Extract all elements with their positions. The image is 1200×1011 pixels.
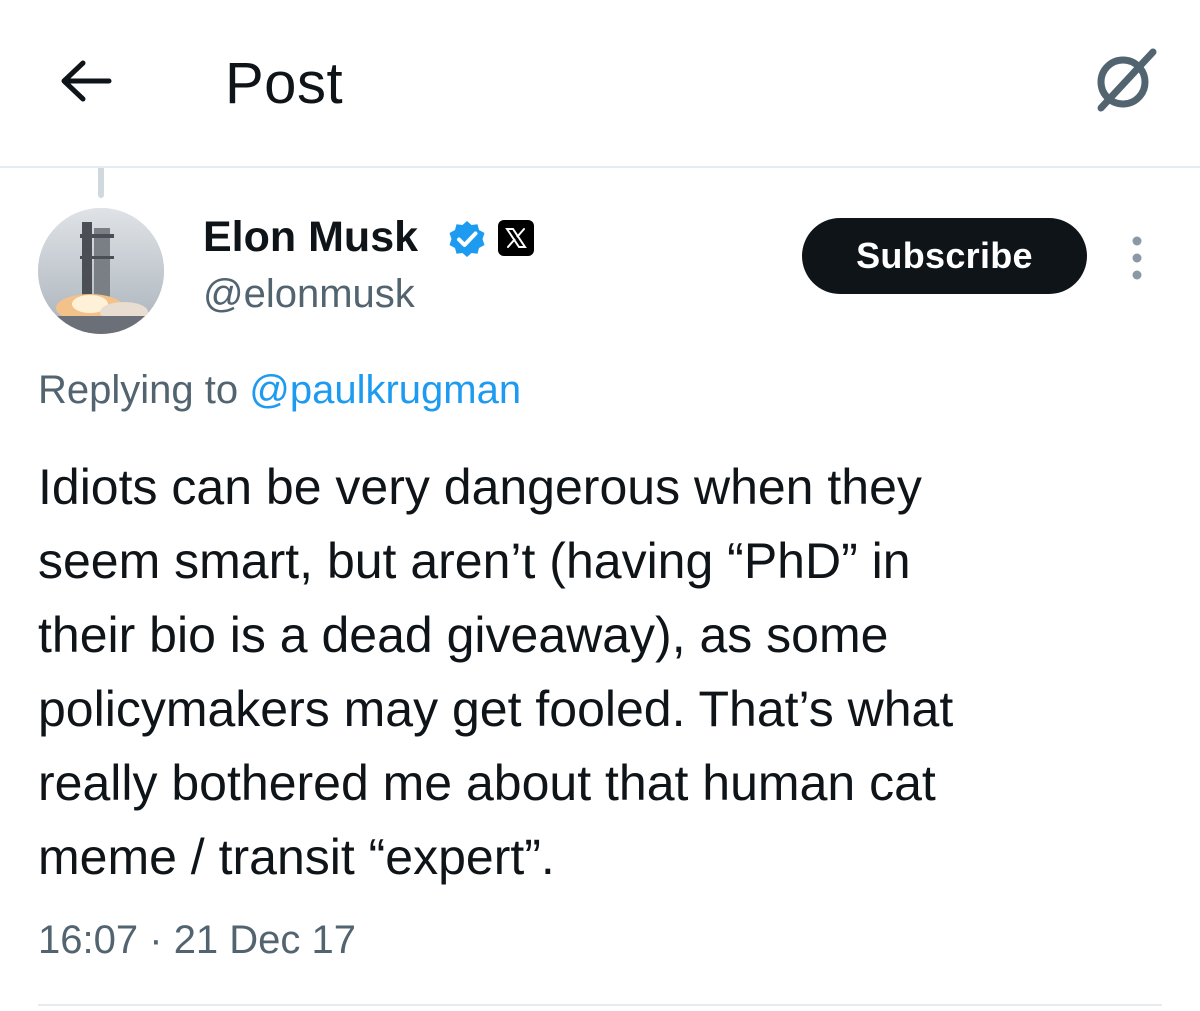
page-title: Post <box>225 51 344 116</box>
author-handle[interactable]: @elonmusk <box>203 272 415 317</box>
more-vertical-icon <box>1132 236 1142 280</box>
author-display-name[interactable]: Elon Musk <box>203 213 418 262</box>
more-options-button[interactable] <box>1117 228 1157 288</box>
reply-to-handle-link[interactable]: @paulkrugman <box>249 368 521 412</box>
grok-button[interactable] <box>1085 40 1165 120</box>
avatar-image <box>38 208 164 334</box>
post-timestamp[interactable]: 16:07 · 21 Dec 17 <box>38 918 356 963</box>
replying-to-label: Replying to <box>38 368 250 412</box>
replying-to: Replying to @paulkrugman <box>38 368 521 413</box>
post-date: 21 Dec 17 <box>173 918 357 962</box>
grok-icon <box>1097 48 1157 112</box>
verified-badge-icon[interactable] <box>447 219 487 259</box>
arrow-left-icon <box>61 60 112 102</box>
thread-connector-line <box>98 168 104 198</box>
x-logo-icon[interactable] <box>498 220 534 256</box>
avatar[interactable] <box>38 208 164 334</box>
post-text: Idiots can be very dangerous when they s… <box>38 459 954 885</box>
subscribe-button[interactable]: Subscribe <box>802 218 1087 294</box>
x-logo-glyph <box>505 228 527 248</box>
timestamp-separator: · <box>149 918 163 962</box>
back-button[interactable] <box>50 48 122 114</box>
top-bar: Post <box>0 0 1200 168</box>
post-detail-page: Post Elon Musk @elonmusk Subscribe Reply… <box>0 0 1200 1011</box>
post-time: 16:07 <box>38 918 139 962</box>
divider <box>38 1004 1162 1006</box>
